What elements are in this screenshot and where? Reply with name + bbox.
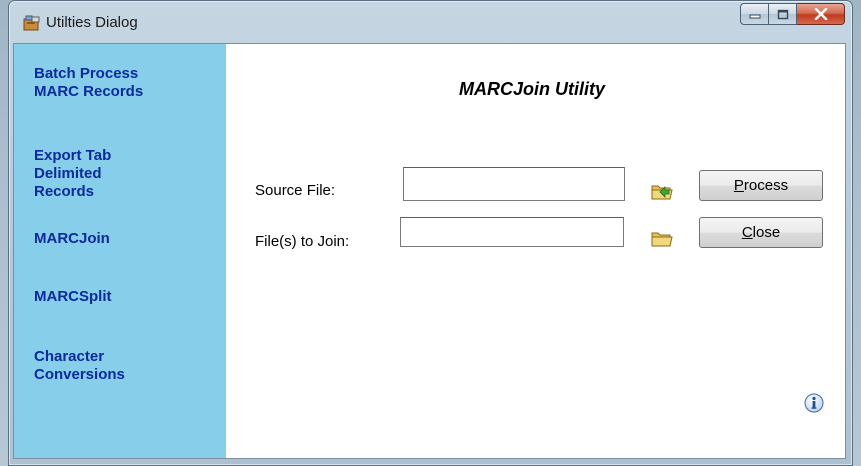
sidebar-item-label: Export Tab bbox=[34, 147, 112, 164]
sidebar-item-marcsplit[interactable]: MARCSplit bbox=[34, 288, 214, 306]
close-window-button[interactable] bbox=[797, 3, 845, 25]
sidebar-item-label: Conversions bbox=[34, 366, 125, 383]
folder-open-green-arrow-icon[interactable] bbox=[651, 182, 673, 200]
source-file-label: Source File: bbox=[255, 182, 336, 199]
sidebar-item-label: MARC Records bbox=[34, 83, 144, 100]
window-title: Utilties Dialog bbox=[46, 14, 138, 31]
folder-icon[interactable] bbox=[651, 230, 673, 248]
page-title: MARCJoin Utility bbox=[459, 79, 605, 99]
title-bar[interactable]: Utilties Dialog bbox=[9, 1, 852, 43]
minimize-icon bbox=[749, 14, 760, 19]
close-icon bbox=[814, 8, 827, 20]
close-button-label: lose bbox=[752, 224, 781, 241]
sidebar-item-export-tab[interactable]: Export Tab Delimited Records bbox=[34, 147, 214, 201]
join-files-input[interactable] bbox=[400, 217, 624, 247]
sidebar-item-batch-process[interactable]: Batch Process MARC Records bbox=[34, 65, 214, 101]
sidebar-item-marcjoin[interactable]: MARCJoin bbox=[34, 230, 214, 248]
close-button[interactable]: Close bbox=[699, 217, 823, 248]
sidebar-item-label: Records bbox=[34, 183, 95, 200]
utilities-dialog-window: Utilties Dialog Batch Process MARC Recor… bbox=[8, 0, 853, 466]
process-button-mnemonic: P bbox=[733, 177, 744, 194]
sidebar: Batch Process MARC Records Export Tab De… bbox=[14, 44, 226, 458]
caption-buttons bbox=[740, 3, 845, 25]
process-button[interactable]: Process bbox=[699, 170, 823, 201]
dialog-client-area: Batch Process MARC Records Export Tab De… bbox=[13, 43, 846, 459]
info-icon[interactable] bbox=[804, 393, 824, 413]
sidebar-item-label: Batch Process bbox=[34, 65, 139, 82]
minimize-button[interactable] bbox=[740, 3, 769, 25]
join-files-label: File(s) to Join: bbox=[255, 233, 350, 250]
maximize-icon bbox=[777, 9, 788, 19]
maximize-button[interactable] bbox=[769, 3, 797, 25]
sidebar-item-label: Character bbox=[34, 348, 105, 365]
process-button-label: rocess bbox=[743, 177, 789, 194]
source-file-input[interactable] bbox=[403, 167, 625, 201]
close-button-mnemonic: C bbox=[741, 224, 753, 241]
sidebar-item-label: Delimited bbox=[34, 165, 102, 182]
sidebar-item-label: MARCSplit bbox=[34, 288, 112, 305]
utilities-app-icon bbox=[23, 15, 41, 31]
main-panel: MARCJoin Utility Source File: Process Fi… bbox=[226, 44, 845, 458]
sidebar-item-character-conversions[interactable]: Character Conversions bbox=[34, 348, 214, 384]
sidebar-item-label: MARCJoin bbox=[34, 230, 110, 247]
